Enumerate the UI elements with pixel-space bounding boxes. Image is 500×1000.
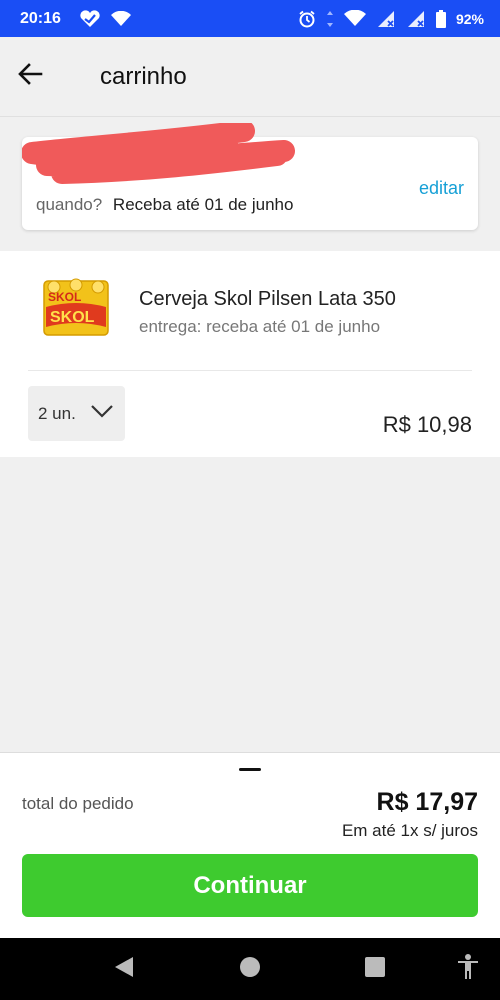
delivery-card: editar quando? Receba até 01 de junho bbox=[22, 123, 478, 230]
product-price: R$ 10,98 bbox=[382, 412, 472, 437]
signal-icon bbox=[406, 10, 426, 28]
status-time: 20:16 bbox=[20, 9, 61, 27]
when-value: Receba até 01 de junho bbox=[112, 195, 294, 214]
divider bbox=[28, 370, 472, 371]
product-name: Cerveja Skol Pilsen Lata 350 bbox=[139, 288, 396, 310]
accessibility-button[interactable] bbox=[438, 938, 498, 1000]
wifi-icon bbox=[110, 10, 131, 27]
wifi-icon bbox=[343, 10, 366, 27]
nav-home-button[interactable] bbox=[220, 938, 280, 1000]
arrow-left-icon bbox=[17, 62, 43, 91]
installments-text: Em até 1x s/ juros bbox=[341, 821, 478, 840]
when-label: quando? bbox=[36, 195, 103, 214]
square-recents-icon bbox=[365, 956, 385, 982]
battery-icon bbox=[435, 9, 446, 28]
back-button[interactable] bbox=[0, 37, 60, 117]
product-delivery: entrega: receba até 01 de junho bbox=[139, 317, 381, 336]
battery-percent: 92% bbox=[455, 10, 484, 27]
sheet-drag-handle[interactable] bbox=[239, 768, 261, 771]
quantity-select[interactable]: 2 un. bbox=[28, 386, 125, 441]
nav-back-button[interactable] bbox=[94, 938, 154, 1000]
accessibility-icon bbox=[457, 953, 479, 985]
nav-recents-button[interactable] bbox=[345, 938, 405, 1000]
heart-app-icon bbox=[79, 9, 101, 28]
app-bar: carrinho bbox=[0, 37, 500, 117]
status-system-icons: 92% bbox=[298, 9, 484, 28]
chevron-down-icon bbox=[90, 404, 114, 423]
status-bar: 20:16 92% bbox=[0, 0, 500, 37]
redaction-scribble bbox=[22, 123, 295, 184]
product-brand-text: SKOL bbox=[50, 309, 95, 326]
status-notification-icons bbox=[79, 9, 131, 28]
total-value: R$ 17,97 bbox=[376, 788, 478, 816]
product-brand-top: SKOL bbox=[48, 290, 81, 304]
delivery-when-row: quando? Receba até 01 de junho bbox=[36, 195, 293, 215]
alarm-icon bbox=[298, 10, 316, 28]
signal-icon bbox=[376, 10, 396, 28]
data-arrows-icon bbox=[326, 10, 334, 28]
page-title: carrinho bbox=[100, 62, 187, 90]
edit-delivery-link[interactable]: editar bbox=[419, 178, 464, 199]
system-nav-bar bbox=[0, 938, 500, 1000]
triangle-back-icon bbox=[114, 956, 134, 983]
product-image: SKOL SKOL bbox=[43, 278, 109, 336]
order-summary-sheet: total do pedido R$ 17,97 Em até 1x s/ ju… bbox=[0, 752, 500, 938]
continue-button[interactable]: Continuar bbox=[22, 854, 478, 917]
cart-item: SKOL SKOL Cerveja Skol Pilsen Lata 350 e… bbox=[0, 251, 500, 457]
quantity-value: 2 un. bbox=[38, 403, 76, 423]
circle-home-icon bbox=[239, 956, 261, 983]
total-label: total do pedido bbox=[22, 794, 134, 813]
